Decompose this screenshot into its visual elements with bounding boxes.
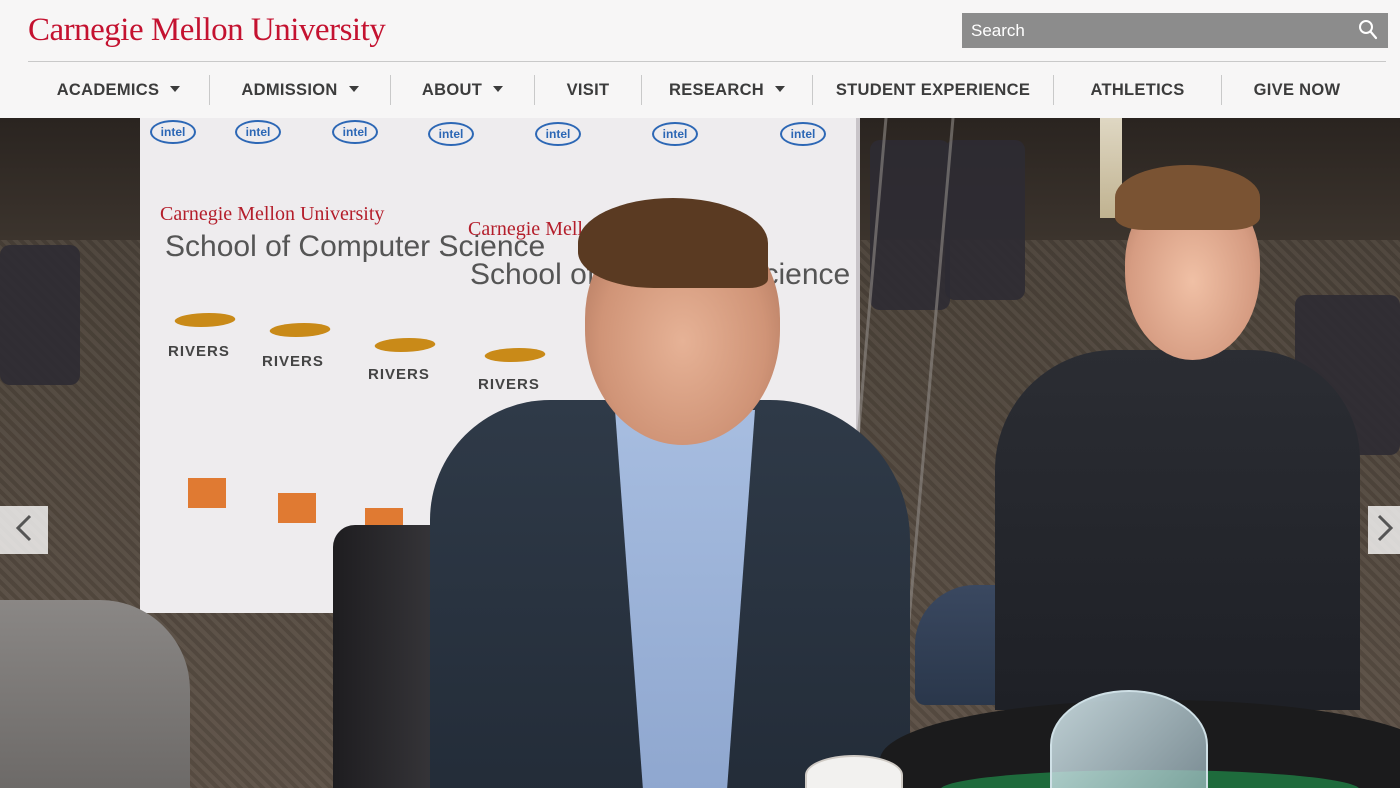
carousel-next-button[interactable] bbox=[1368, 506, 1400, 554]
person-left bbox=[0, 600, 190, 788]
hero-image: intel intel intel intel intel intel inte… bbox=[0, 0, 1400, 788]
nav-student-experience[interactable]: STUDENT EXPERIENCE bbox=[813, 75, 1054, 105]
banner-cmu-text: Carnegie Mellon University bbox=[160, 203, 385, 225]
intel-logo: intel bbox=[780, 122, 826, 146]
cmu-wordmark-link[interactable]: Carnegie Mellon University bbox=[28, 12, 386, 49]
orange-logo bbox=[278, 493, 316, 523]
nav-label: ADMISSION bbox=[241, 80, 338, 99]
search-box bbox=[962, 13, 1388, 48]
nav-label: ATHLETICS bbox=[1090, 80, 1185, 99]
person-right-sweater bbox=[995, 350, 1360, 710]
site-header: Carnegie Mellon University ACADEMICS ADM… bbox=[0, 0, 1400, 118]
nav-label: RESEARCH bbox=[669, 80, 764, 99]
paper-cup bbox=[805, 755, 903, 788]
nav-visit[interactable]: VISIT bbox=[535, 75, 642, 105]
caret-down-icon bbox=[493, 86, 504, 92]
rivers-swoosh bbox=[170, 313, 240, 327]
rivers-logo-text: RIVERS bbox=[262, 353, 324, 370]
nav-academics[interactable]: ACADEMICS bbox=[28, 75, 210, 105]
orange-logo bbox=[188, 478, 226, 508]
nav-label: ACADEMICS bbox=[56, 80, 160, 99]
rivers-swoosh bbox=[265, 323, 335, 337]
rivers-logo-text: RIVERS bbox=[478, 376, 540, 393]
rivers-swoosh bbox=[370, 338, 440, 352]
chevron-right-icon bbox=[1374, 513, 1396, 548]
nav-give-now[interactable]: GIVE NOW bbox=[1222, 75, 1372, 105]
intel-logo: intel bbox=[428, 122, 474, 146]
intel-logo: intel bbox=[150, 120, 196, 144]
nav-athletics[interactable]: ATHLETICS bbox=[1054, 75, 1222, 105]
chevron-left-icon bbox=[13, 513, 35, 548]
caret-down-icon bbox=[170, 86, 181, 92]
search-input[interactable] bbox=[962, 13, 1352, 48]
rivers-logo-text: RIVERS bbox=[368, 366, 430, 383]
nav-about[interactable]: ABOUT bbox=[391, 75, 535, 105]
intel-logo: intel bbox=[235, 120, 281, 144]
search-icon[interactable] bbox=[1358, 19, 1378, 41]
intel-logo: intel bbox=[652, 122, 698, 146]
person-right-hair bbox=[1115, 165, 1260, 230]
intel-logo: intel bbox=[332, 120, 378, 144]
nav-admission[interactable]: ADMISSION bbox=[210, 75, 391, 105]
nav-label: STUDENT EXPERIENCE bbox=[835, 80, 1031, 99]
rivers-swoosh bbox=[480, 348, 550, 362]
main-nav: ACADEMICS ADMISSION ABOUT VISIT RESEARCH… bbox=[28, 62, 1386, 118]
nav-label: ABOUT bbox=[421, 80, 483, 99]
intel-logo: intel bbox=[535, 122, 581, 146]
background-chair bbox=[0, 245, 80, 385]
person-center-hair bbox=[578, 198, 768, 288]
background-chair bbox=[945, 140, 1025, 300]
carousel-prev-button[interactable] bbox=[0, 506, 48, 554]
rivers-logo-text: RIVERS bbox=[168, 343, 230, 360]
caret-down-icon bbox=[348, 86, 359, 92]
nav-label: VISIT bbox=[566, 80, 610, 99]
caret-down-icon bbox=[775, 86, 785, 92]
nav-label: GIVE NOW bbox=[1253, 80, 1341, 99]
nav-research[interactable]: RESEARCH bbox=[642, 75, 813, 105]
